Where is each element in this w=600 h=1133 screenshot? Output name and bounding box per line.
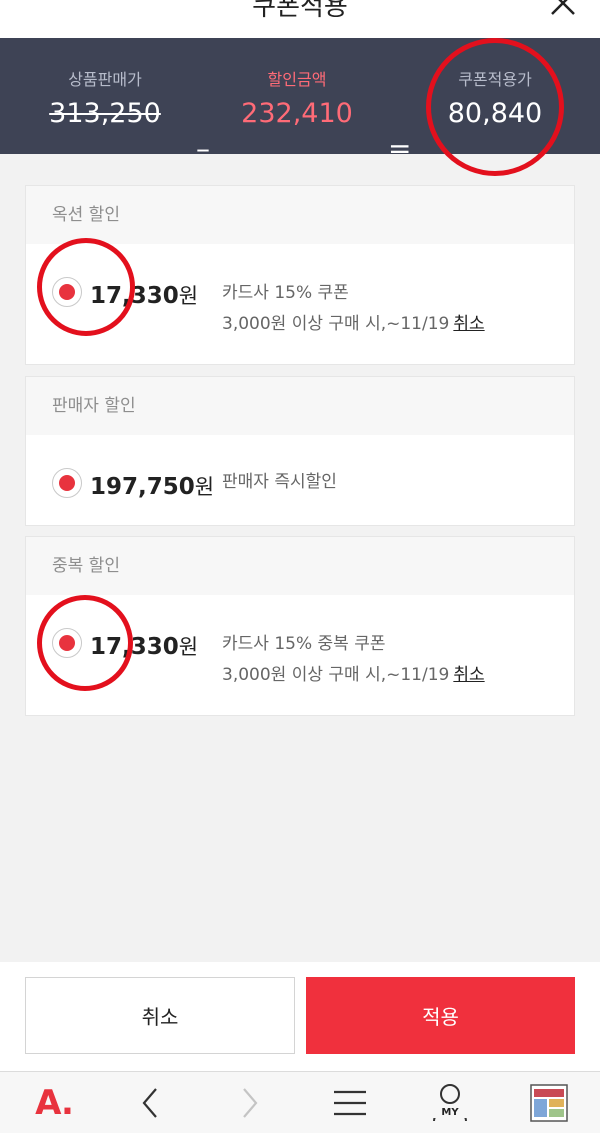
discount-label: 할인금액: [267, 70, 327, 89]
amount-value: 197,750: [90, 474, 195, 500]
header-bar: 쿠폰적용: [0, 0, 600, 38]
coupon-cancel-link[interactable]: 취소: [453, 314, 484, 334]
bottom-navigation: A. MY: [0, 1071, 600, 1133]
original-price-label: 상품판매가: [68, 70, 142, 89]
duplicate-discount-section: 중복 할인 17,330원 카드사 15% 중복 쿠폰 3,000원 이상 구매…: [25, 536, 575, 716]
coupon-cancel-link[interactable]: 취소: [453, 665, 484, 685]
cancel-button[interactable]: 취소: [25, 977, 295, 1054]
forward-icon[interactable]: [230, 1072, 270, 1133]
coupon-row[interactable]: 17,330원 카드사 15% 중복 쿠폰 3,000원 이상 구매 시,~11…: [26, 595, 574, 715]
currency-unit: 원: [194, 475, 215, 499]
final-price-label: 쿠폰적용가: [458, 70, 532, 89]
apply-button[interactable]: 적용: [306, 977, 575, 1054]
my-label: MY: [426, 1107, 474, 1118]
currency-unit: 원: [178, 635, 199, 659]
section-title: 중복 할인: [26, 537, 574, 595]
my-page-icon[interactable]: MY: [426, 1072, 474, 1133]
coupon-row[interactable]: 17,330원 카드사 15% 쿠폰 3,000원 이상 구매 시,~11/19…: [26, 244, 574, 364]
radio-selected-icon[interactable]: [52, 277, 82, 307]
home-logo[interactable]: A.: [22, 1072, 86, 1133]
equals-sign: =: [388, 132, 412, 165]
section-title: 옥션 할인: [26, 186, 574, 244]
original-price: 상품판매가 313,250: [40, 66, 170, 129]
coupon-condition-text: 3,000원 이상 구매 시,~11/19: [222, 314, 450, 334]
section-title: 판매자 할인: [26, 377, 574, 435]
coupon-description: 판매자 즉시할인: [222, 467, 337, 498]
original-price-value: 313,250: [49, 98, 161, 129]
final-price: 쿠폰적용가 80,840: [430, 66, 560, 129]
coupon-amount: 197,750원: [90, 471, 214, 501]
coupon-description: 카드사 15% 중복 쿠폰 3,000원 이상 구매 시,~11/19 취소: [222, 629, 485, 691]
price-summary: 상품판매가 313,250 – 할인금액 232,410 = 쿠폰적용가 80,…: [0, 38, 600, 165]
coupon-amount: 17,330원: [90, 631, 198, 661]
currency-unit: 원: [178, 284, 199, 308]
menu-icon[interactable]: [330, 1072, 370, 1133]
coupon-amount: 17,330원: [90, 280, 198, 310]
coupon-condition-text: 3,000원 이상 구매 시,~11/19: [222, 665, 450, 685]
coupon-name: 카드사 15% 쿠폰: [222, 283, 349, 303]
minus-sign: –: [196, 132, 210, 165]
page-title: 쿠폰적용: [252, 0, 348, 22]
coupon-condition: 3,000원 이상 구매 시,~11/19 취소: [222, 660, 485, 691]
auction-discount-section: 옥션 할인 17,330원 카드사 15% 쿠폰 3,000원 이상 구매 시,…: [25, 185, 575, 365]
coupon-name: 카드사 15% 중복 쿠폰: [222, 634, 386, 654]
radio-selected-icon[interactable]: [52, 468, 82, 498]
radio-selected-icon[interactable]: [52, 628, 82, 658]
amount-value: 17,330: [90, 634, 179, 660]
coupon-description: 카드사 15% 쿠폰 3,000원 이상 구매 시,~11/19 취소: [222, 278, 485, 340]
coupon-name: 판매자 즉시할인: [222, 472, 337, 492]
close-icon[interactable]: [548, 0, 578, 18]
discount-amount: 할인금액 232,410: [232, 66, 362, 129]
coupon-condition: 3,000원 이상 구매 시,~11/19 취소: [222, 309, 485, 340]
discount-value: 232,410: [241, 98, 353, 129]
logo-text: A.: [35, 1083, 74, 1123]
back-icon[interactable]: [130, 1072, 170, 1133]
seller-discount-section: 판매자 할인 197,750원 판매자 즉시할인: [25, 376, 575, 526]
recent-item-thumbnail[interactable]: [528, 1072, 570, 1133]
amount-value: 17,330: [90, 283, 179, 309]
action-bar: 취소 적용: [0, 962, 600, 1072]
coupon-row[interactable]: 197,750원 판매자 즉시할인: [26, 435, 574, 525]
final-price-value: 80,840: [447, 98, 543, 129]
